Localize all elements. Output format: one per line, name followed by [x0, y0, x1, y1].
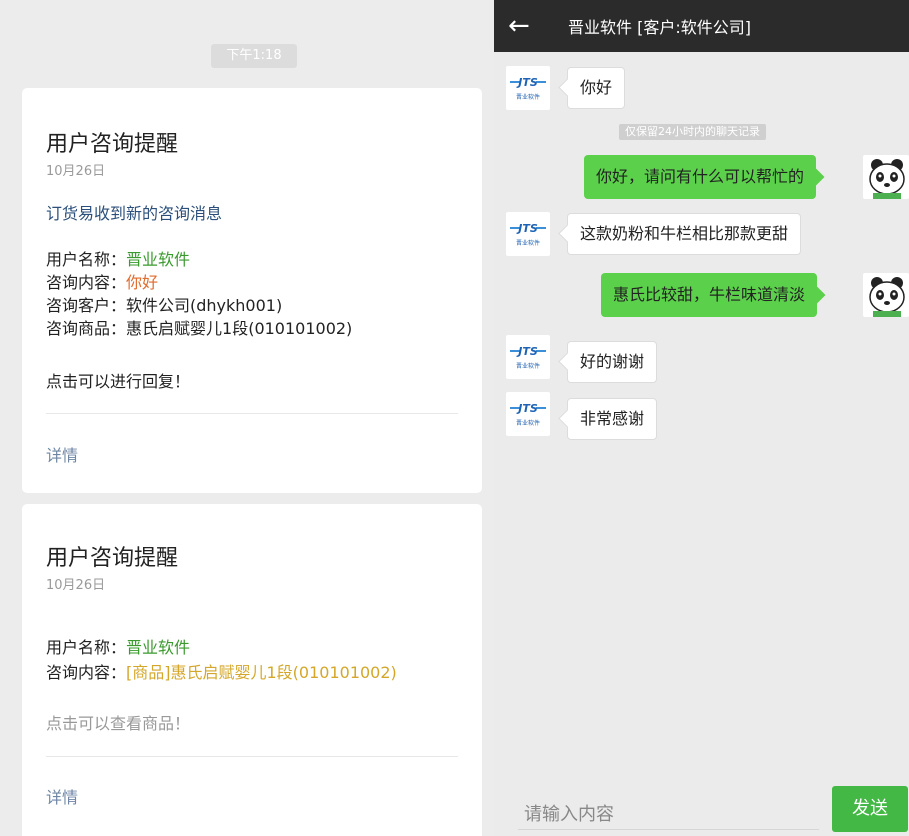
jts-logo-text: JTS: [516, 222, 538, 235]
input-underline: [518, 829, 819, 830]
card-title: 用户咨询提醒: [46, 132, 179, 157]
jts-logo-subtext: 晋业软件: [516, 239, 540, 247]
consult-card-1[interactable]: 用户咨询提醒 10月26日 订货易收到新的咨询消息 用户名称：晋业软件 咨询内容…: [22, 88, 482, 493]
panda-icon[interactable]: [863, 155, 909, 199]
jts-logo-icon[interactable]: JTS 晋业软件: [506, 335, 550, 379]
consult-customer-row: 咨询客户：软件公司(dhykh001): [46, 292, 282, 316]
user-name-label: 用户名称：: [46, 638, 127, 657]
jts-logo-icon[interactable]: JTS 晋业软件: [506, 212, 550, 256]
chat-title: 晋业软件 [客户:软件公司]: [568, 18, 751, 37]
consult-content-row: 咨询内容：你好: [46, 269, 158, 293]
divider: [46, 756, 458, 757]
message-input[interactable]: 请输入内容: [524, 800, 614, 826]
user-name-label: 用户名称：: [46, 250, 127, 269]
jts-logo-text: JTS: [516, 345, 538, 358]
chat-message-outgoing: 你好，请问有什么可以帮忙的: [584, 155, 817, 199]
jts-logo-text: JTS: [516, 402, 538, 415]
send-button[interactable]: 发送: [832, 786, 908, 832]
jts-logo-icon[interactable]: JTS 晋业软件: [506, 392, 550, 436]
view-product-hint: 点击可以查看商品！: [46, 714, 191, 733]
user-name-value: 晋业软件: [126, 250, 191, 269]
chat-message-incoming: 好的谢谢: [567, 341, 658, 383]
consult-product-row: 咨询商品：惠氏启赋婴儿1段(010101002): [46, 315, 352, 339]
panda-icon[interactable]: [863, 273, 909, 317]
card-date: 10月26日: [46, 578, 106, 593]
chat-input-bar: 请输入内容 发送: [494, 786, 909, 836]
notification-panel: 下午1:18 用户咨询提醒 10月26日 订货易收到新的咨询消息 用户名称：晋业…: [0, 0, 494, 836]
consult-content-label: 咨询内容：: [46, 273, 127, 292]
consult-customer-label: 咨询客户：: [46, 296, 127, 315]
consult-card-2[interactable]: 用户咨询提醒 10月26日 用户名称：晋业软件 咨询内容：[商品]惠氏启赋婴儿1…: [22, 504, 482, 836]
back-arrow-icon[interactable]: ←: [508, 8, 538, 44]
divider: [46, 413, 458, 414]
detail-link[interactable]: 详情: [46, 784, 78, 808]
consult-content-value: [商品]惠氏启赋婴儿1段(010101002): [126, 663, 397, 682]
history-notice: 仅保留24小时内的聊天记录: [619, 124, 766, 140]
detail-link[interactable]: 详情: [46, 442, 78, 466]
chat-message-incoming: 这款奶粉和牛栏相比那款更甜: [567, 213, 802, 255]
chat-message-outgoing: 惠氏比较甜，牛栏味道清淡: [601, 273, 818, 317]
jts-logo-text: JTS: [516, 76, 538, 89]
screenshot-root: 下午1:18 用户咨询提醒 10月26日 订货易收到新的咨询消息 用户名称：晋业…: [0, 0, 909, 836]
user-name-value: 晋业软件: [126, 638, 191, 657]
consult-content-row: 咨询内容：[商品]惠氏启赋婴儿1段(010101002): [46, 659, 397, 683]
jts-logo-subtext: 晋业软件: [516, 93, 540, 101]
user-name-row: 用户名称：晋业软件: [46, 634, 190, 658]
consult-content-value: 你好: [126, 273, 159, 292]
chat-panel: ← 晋业软件 [客户:软件公司] JTS 晋业软件 你好 仅保留24小时内的聊天…: [494, 0, 909, 836]
card-date: 10月26日: [46, 164, 106, 179]
jts-logo-subtext: 晋业软件: [516, 362, 540, 370]
jts-logo-subtext: 晋业软件: [516, 419, 540, 427]
chat-message-incoming: 非常感谢: [567, 398, 658, 440]
reply-hint: 点击可以进行回复！: [46, 372, 191, 391]
chat-header: ← 晋业软件 [客户:软件公司]: [494, 0, 909, 52]
user-name-row: 用户名称：晋业软件: [46, 246, 190, 270]
timestamp: 下午1:18: [211, 44, 297, 68]
consult-product-label: 咨询商品：: [46, 319, 127, 338]
chat-message-incoming: 你好: [567, 67, 626, 109]
consult-product-value: 惠氏启赋婴儿1段(010101002): [126, 319, 353, 338]
jts-logo-icon[interactable]: JTS 晋业软件: [506, 66, 550, 110]
card-title: 用户咨询提醒: [46, 546, 179, 571]
consult-content-label: 咨询内容：: [46, 663, 127, 682]
card-subtitle: 订货易收到新的咨询消息: [46, 204, 223, 223]
consult-customer-value: 软件公司(dhykh001): [126, 296, 283, 315]
